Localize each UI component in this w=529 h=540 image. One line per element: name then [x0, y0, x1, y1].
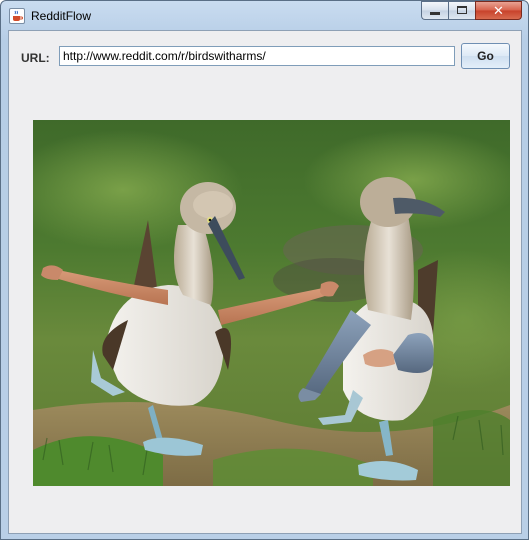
title-bar[interactable]: RedditFlow ✕ — [1, 1, 528, 29]
window-controls: ✕ — [421, 1, 522, 21]
maximize-icon — [457, 6, 467, 14]
window-title: RedditFlow — [31, 9, 92, 23]
client-area: URL: Go — [8, 30, 522, 534]
go-button[interactable]: Go — [461, 43, 510, 69]
app-window: RedditFlow ✕ URL: Go — [0, 0, 529, 540]
maximize-button[interactable] — [448, 1, 475, 20]
minimize-icon — [430, 12, 440, 15]
image-panel — [33, 120, 510, 486]
url-input[interactable] — [59, 46, 455, 66]
birds-image — [33, 120, 510, 486]
close-icon: ✕ — [493, 3, 504, 18]
java-cup-icon — [9, 8, 25, 24]
minimize-button[interactable] — [421, 1, 448, 20]
close-button[interactable]: ✕ — [475, 1, 522, 20]
url-label: URL: — [21, 51, 50, 65]
